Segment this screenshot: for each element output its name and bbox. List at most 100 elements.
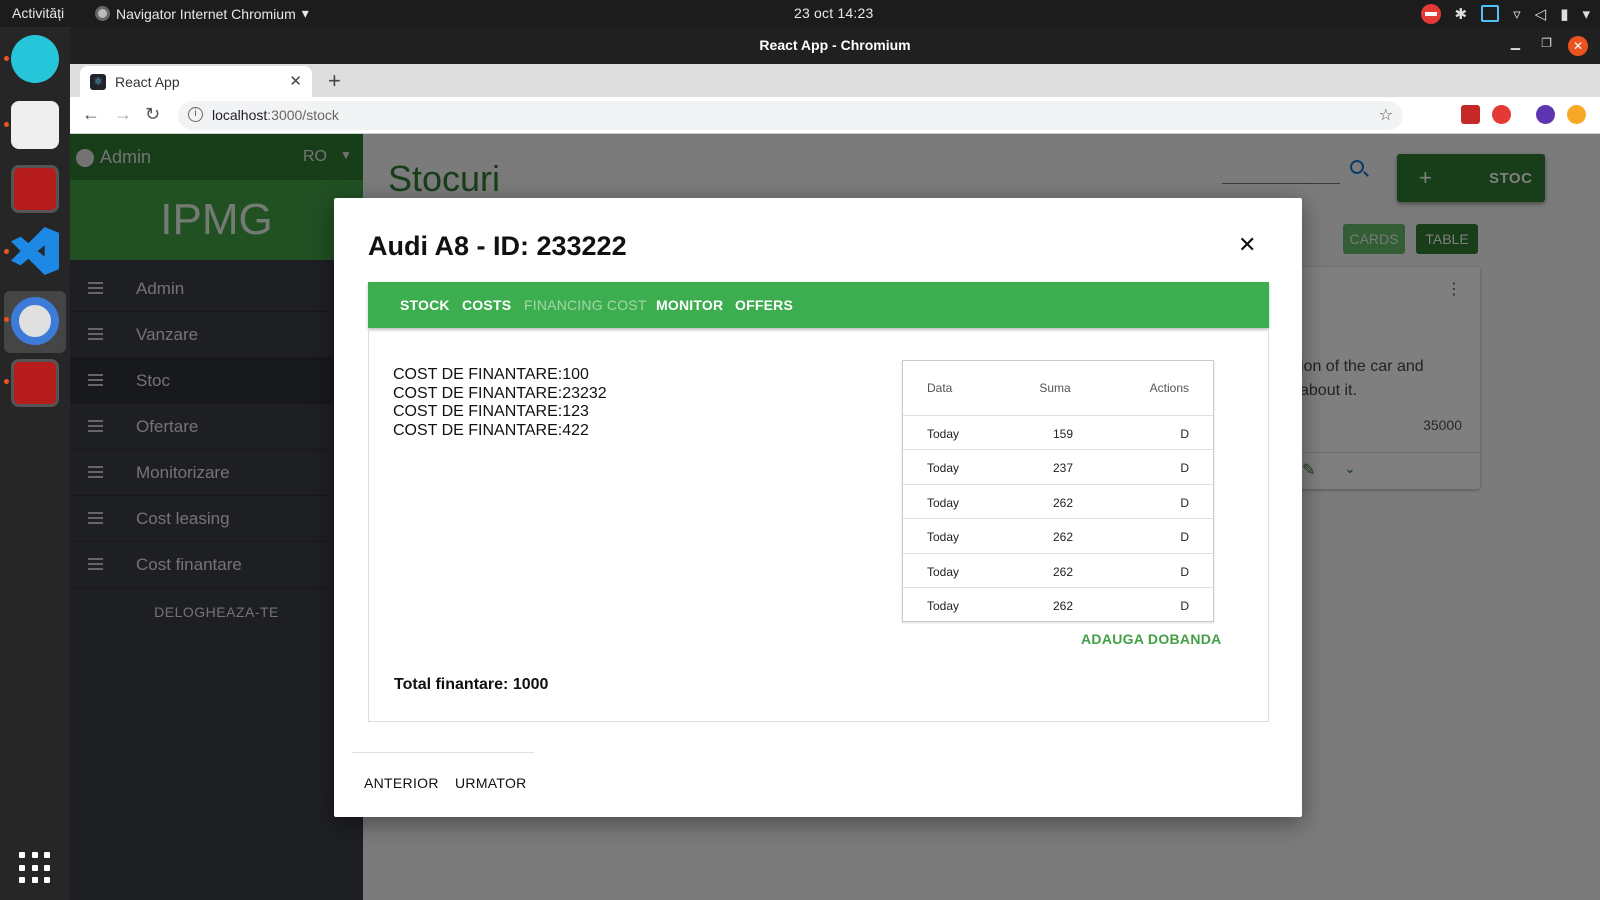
react-favicon-icon: ⚛ bbox=[90, 74, 106, 90]
minimize-icon[interactable]: ▁ bbox=[1511, 36, 1520, 50]
app-page: Admin RO ▼ IPMG Admin Vanzare Stoc Ofert… bbox=[70, 134, 1600, 900]
reload-icon[interactable]: ↻ bbox=[145, 104, 160, 125]
browser-tab-title: React App bbox=[115, 74, 180, 90]
close-icon[interactable]: ✕ bbox=[1238, 232, 1256, 258]
url-text: localhost:3000/stock bbox=[212, 107, 339, 123]
tab-strip: ⚛ React App ✕ + bbox=[70, 64, 1600, 97]
running-indicator bbox=[4, 249, 9, 254]
back-icon[interactable]: ← bbox=[82, 104, 100, 125]
tab-costs[interactable]: COSTS bbox=[462, 297, 511, 313]
update-alert-icon[interactable] bbox=[1567, 105, 1586, 124]
table-header-row: Data Suma Actions bbox=[903, 361, 1213, 415]
cell-data: Today bbox=[927, 598, 960, 613]
chromium-app-icon[interactable] bbox=[11, 297, 59, 345]
tab-close-icon[interactable]: ✕ bbox=[289, 72, 302, 90]
cell-data: Today bbox=[927, 427, 960, 441]
list-item: COST DE FINANTARE:422 bbox=[393, 421, 589, 439]
column-header-suma[interactable]: Suma bbox=[1033, 381, 1077, 395]
running-indicator bbox=[4, 379, 9, 384]
extension-icon[interactable] bbox=[1461, 105, 1480, 124]
site-info-icon[interactable]: i bbox=[188, 107, 203, 122]
financing-cost-list: COST DE FINANTARE:100 COST DE FINANTARE:… bbox=[393, 366, 607, 440]
table-row: Today 159 D bbox=[903, 415, 1213, 449]
terminal-app-icon[interactable] bbox=[11, 165, 59, 213]
delete-action[interactable]: D bbox=[1180, 461, 1189, 475]
cell-suma: 262 bbox=[1052, 495, 1074, 510]
do-not-disturb-icon[interactable] bbox=[1420, 3, 1441, 24]
modal-tab-bar: STOCK COSTS FINANCING COST MONITOR OFFER… bbox=[368, 282, 1269, 328]
delete-action[interactable]: D bbox=[1180, 565, 1189, 579]
new-tab-icon[interactable]: + bbox=[328, 68, 341, 94]
tab-financing-cost[interactable]: FINANCING COST bbox=[524, 297, 647, 313]
window-title: React App - Chromium bbox=[759, 37, 911, 53]
running-indicator bbox=[4, 317, 9, 322]
table-row: Today 237 D bbox=[903, 449, 1213, 483]
bookmark-star-icon[interactable]: ☆ bbox=[1379, 105, 1393, 125]
files-app-icon[interactable] bbox=[11, 101, 59, 149]
notes-icon[interactable] bbox=[1481, 5, 1500, 22]
cell-data: Today bbox=[927, 461, 960, 476]
cell-data: Today bbox=[927, 530, 960, 545]
cell-suma: 262 bbox=[1052, 564, 1074, 579]
dock bbox=[0, 27, 70, 900]
clock[interactable]: 23 oct 14:23 bbox=[794, 5, 873, 21]
delete-action[interactable]: D bbox=[1180, 427, 1189, 441]
url-path: :3000/stock bbox=[267, 107, 339, 123]
window-close-icon[interactable]: ✕ bbox=[1568, 36, 1588, 56]
cell-suma: 262 bbox=[1052, 530, 1074, 545]
browser-toolbar: ← → ↻ i localhost:3000/stock ☆ bbox=[70, 97, 1600, 134]
cell-suma: 159 bbox=[1052, 427, 1074, 441]
delete-action[interactable]: D bbox=[1180, 599, 1189, 613]
previous-button[interactable]: ANTERIOR bbox=[364, 775, 439, 791]
financing-cost-panel: COST DE FINANTARE:100 COST DE FINANTARE:… bbox=[368, 328, 1269, 722]
column-header-data[interactable]: Data bbox=[927, 381, 952, 395]
cell-suma: 262 bbox=[1052, 598, 1074, 613]
adblock-extension-icon[interactable] bbox=[1492, 105, 1511, 124]
battery-icon[interactable]: ▮ bbox=[1560, 5, 1568, 23]
vscode-app-icon[interactable] bbox=[11, 227, 59, 275]
cell-suma: 237 bbox=[1052, 461, 1074, 476]
chromium-icon bbox=[95, 6, 110, 21]
table-row: Today 262 D bbox=[903, 552, 1213, 587]
cell-data: Today bbox=[927, 564, 960, 579]
running-indicator bbox=[4, 56, 9, 61]
column-header-actions: Actions bbox=[1149, 381, 1189, 395]
financing-total: Total finantare: 1000 bbox=[394, 676, 549, 693]
network-icon[interactable]: ▿ bbox=[1513, 5, 1521, 23]
forward-icon[interactable]: → bbox=[114, 104, 132, 125]
slack-icon[interactable]: ✱ bbox=[1455, 5, 1468, 23]
table-row: Today 262 D bbox=[903, 586, 1213, 621]
window-title-bar: React App - Chromium ▁ ❐ ✕ bbox=[70, 27, 1600, 64]
table-row: Today 262 D bbox=[903, 518, 1213, 552]
delete-action[interactable]: D bbox=[1180, 530, 1189, 544]
running-indicator bbox=[4, 122, 9, 127]
stock-detail-modal: Audi A8 - ID: 233222 ✕ STOCK COSTS FINAN… bbox=[334, 198, 1302, 817]
add-interest-button[interactable]: ADAUGA DOBANDA bbox=[1081, 631, 1222, 647]
profile-avatar[interactable] bbox=[1536, 105, 1555, 124]
table-row: Today 262 D bbox=[903, 483, 1213, 518]
activities-button[interactable]: Activități bbox=[12, 5, 64, 21]
browser-tab[interactable]: ⚛ React App ✕ bbox=[80, 66, 312, 97]
terminal-app-icon[interactable] bbox=[11, 359, 59, 407]
show-applications-icon[interactable] bbox=[19, 852, 51, 884]
tab-offers[interactable]: OFFERS bbox=[735, 297, 793, 313]
footer-divider bbox=[352, 752, 534, 753]
caret-down-icon: ▾ bbox=[301, 5, 309, 21]
list-item: COST DE FINANTARE:100 bbox=[393, 366, 589, 383]
tab-stock[interactable]: STOCK bbox=[400, 297, 450, 313]
mail-app-icon[interactable] bbox=[11, 35, 59, 83]
financing-table: Data Suma Actions Today 159 D Today 237 … bbox=[902, 360, 1214, 623]
list-item: COST DE FINANTARE:23232 bbox=[393, 384, 607, 402]
cell-data: Today bbox=[927, 495, 960, 510]
list-item: COST DE FINANTARE:123 bbox=[393, 403, 589, 420]
power-menu-icon[interactable]: ▾ bbox=[1582, 5, 1590, 23]
address-bar[interactable]: i localhost:3000/stock ☆ bbox=[178, 101, 1403, 130]
next-button[interactable]: URMATOR bbox=[455, 775, 527, 791]
tab-monitor[interactable]: MONITOR bbox=[656, 297, 723, 313]
app-menu[interactable]: Navigator Internet Chromium ▾ bbox=[95, 5, 309, 22]
delete-action[interactable]: D bbox=[1180, 496, 1189, 510]
system-tray: ✱ ▿ ◁ ▮ ▾ bbox=[1420, 3, 1590, 24]
volume-icon[interactable]: ◁ bbox=[1535, 5, 1547, 23]
os-top-bar: Activități Navigator Internet Chromium ▾… bbox=[0, 0, 1600, 27]
maximize-icon[interactable]: ❐ bbox=[1541, 36, 1552, 50]
